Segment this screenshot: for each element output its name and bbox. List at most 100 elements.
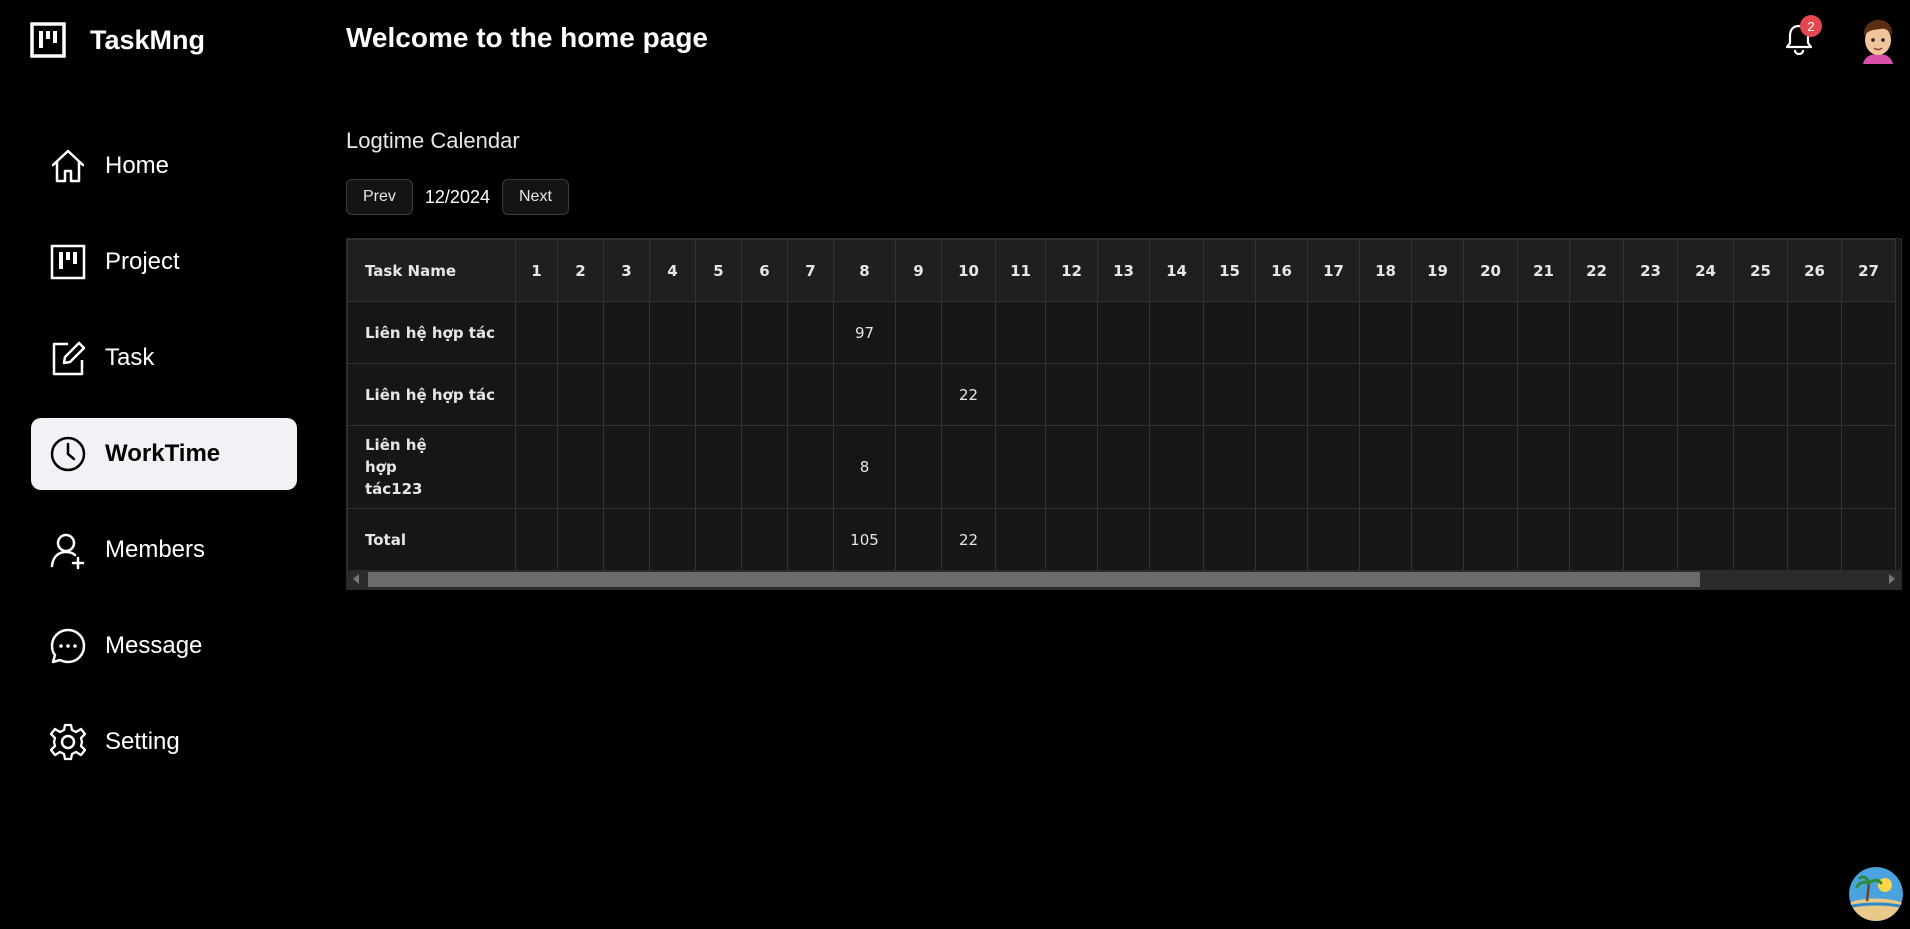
day-cell[interactable]	[1045, 425, 1098, 509]
day-cell[interactable]: 22	[941, 508, 996, 571]
day-cell[interactable]	[1411, 363, 1464, 426]
next-button[interactable]: Next	[501, 179, 569, 215]
day-cell[interactable]	[1463, 363, 1518, 426]
day-cell[interactable]	[1203, 363, 1256, 426]
day-cell[interactable]	[695, 425, 742, 509]
day-cell[interactable]	[995, 363, 1046, 426]
day-cell[interactable]	[1463, 301, 1518, 364]
logtime-table-container[interactable]: Task Name 1 2 3 4 5 6 7 8 9 10 11 12 13 14 15 16 17 18 19 2…	[346, 238, 1902, 590]
day-cell[interactable]	[557, 425, 604, 509]
day-cell[interactable]	[1517, 425, 1570, 509]
day-cell[interactable]	[1097, 363, 1150, 426]
sidebar-item-worktime[interactable]: WorkTime	[31, 418, 297, 490]
day-cell[interactable]	[1569, 301, 1624, 364]
day-cell[interactable]	[515, 363, 558, 426]
day-cell[interactable]	[1149, 508, 1204, 571]
day-cell[interactable]	[941, 425, 996, 509]
day-cell[interactable]	[787, 301, 834, 364]
day-cell[interactable]: 97	[833, 301, 896, 364]
day-cell[interactable]	[515, 425, 558, 509]
day-cell[interactable]	[1149, 363, 1204, 426]
day-cell[interactable]	[649, 363, 696, 426]
day-cell[interactable]	[1623, 425, 1678, 509]
day-cell[interactable]	[1097, 301, 1150, 364]
day-cell[interactable]	[1677, 425, 1734, 509]
day-cell[interactable]	[1411, 301, 1464, 364]
day-cell[interactable]	[895, 508, 942, 571]
day-cell[interactable]	[1463, 425, 1518, 509]
day-cell[interactable]	[695, 363, 742, 426]
day-cell[interactable]	[1149, 425, 1204, 509]
day-cell[interactable]	[1045, 301, 1098, 364]
day-cell[interactable]	[515, 301, 558, 364]
day-cell[interactable]	[787, 425, 834, 509]
day-cell[interactable]	[1517, 301, 1570, 364]
day-cell[interactable]	[1411, 508, 1464, 571]
day-cell[interactable]	[1623, 301, 1678, 364]
day-cell[interactable]	[649, 425, 696, 509]
sidebar-item-message[interactable]: Message	[31, 610, 297, 682]
day-cell[interactable]	[1307, 363, 1360, 426]
day-cell[interactable]	[895, 363, 942, 426]
floating-assistant-button[interactable]	[1849, 867, 1903, 921]
day-cell[interactable]	[1255, 425, 1308, 509]
day-cell[interactable]	[1307, 301, 1360, 364]
day-cell[interactable]	[1149, 301, 1204, 364]
day-cell[interactable]	[603, 301, 650, 364]
day-cell[interactable]	[1517, 508, 1570, 571]
day-cell[interactable]	[1841, 301, 1896, 364]
day-cell[interactable]	[603, 508, 650, 571]
prev-button[interactable]: Prev	[346, 179, 413, 215]
day-cell[interactable]	[649, 508, 696, 571]
day-cell[interactable]	[1623, 363, 1678, 426]
day-cell[interactable]	[603, 363, 650, 426]
day-cell[interactable]	[603, 425, 650, 509]
day-cell[interactable]	[1255, 363, 1308, 426]
day-cell[interactable]	[1787, 425, 1842, 509]
day-cell[interactable]: 105	[833, 508, 896, 571]
day-cell[interactable]	[1359, 508, 1412, 571]
day-cell[interactable]	[1569, 425, 1624, 509]
day-cell[interactable]	[1787, 363, 1842, 426]
day-cell[interactable]	[895, 301, 942, 364]
day-cell[interactable]	[1097, 508, 1150, 571]
sidebar-item-members[interactable]: Members	[31, 514, 297, 586]
day-cell[interactable]	[995, 508, 1046, 571]
day-cell[interactable]	[649, 301, 696, 364]
day-cell[interactable]	[1097, 425, 1150, 509]
day-cell[interactable]	[1733, 301, 1788, 364]
day-cell[interactable]	[1733, 425, 1788, 509]
day-cell[interactable]	[941, 301, 996, 364]
day-cell[interactable]	[1203, 301, 1256, 364]
scrollbar-thumb[interactable]	[368, 572, 1700, 587]
day-cell[interactable]	[1733, 363, 1788, 426]
day-cell[interactable]	[1841, 508, 1896, 571]
day-cell[interactable]	[1623, 508, 1678, 571]
day-cell[interactable]	[557, 363, 604, 426]
day-cell[interactable]: 8	[833, 425, 896, 509]
sidebar-item-project[interactable]: Project	[31, 226, 297, 298]
user-avatar[interactable]	[1853, 16, 1903, 66]
day-cell[interactable]	[557, 301, 604, 364]
day-cell[interactable]	[833, 363, 896, 426]
day-cell[interactable]	[1255, 508, 1308, 571]
day-cell[interactable]	[995, 425, 1046, 509]
day-cell[interactable]	[787, 363, 834, 426]
day-cell[interactable]	[1733, 508, 1788, 571]
day-cell[interactable]	[695, 508, 742, 571]
day-cell[interactable]	[515, 508, 558, 571]
day-cell[interactable]	[1677, 301, 1734, 364]
day-cell[interactable]	[1569, 363, 1624, 426]
day-cell[interactable]	[1045, 363, 1098, 426]
day-cell[interactable]	[557, 508, 604, 571]
day-cell[interactable]	[1359, 301, 1412, 364]
day-cell[interactable]	[895, 425, 942, 509]
day-cell[interactable]	[1787, 508, 1842, 571]
day-cell[interactable]	[1411, 425, 1464, 509]
day-cell[interactable]	[787, 508, 834, 571]
day-cell[interactable]	[1569, 508, 1624, 571]
day-cell[interactable]	[695, 301, 742, 364]
day-cell[interactable]: 22	[941, 363, 996, 426]
day-cell[interactable]	[741, 425, 788, 509]
day-cell[interactable]	[1203, 425, 1256, 509]
